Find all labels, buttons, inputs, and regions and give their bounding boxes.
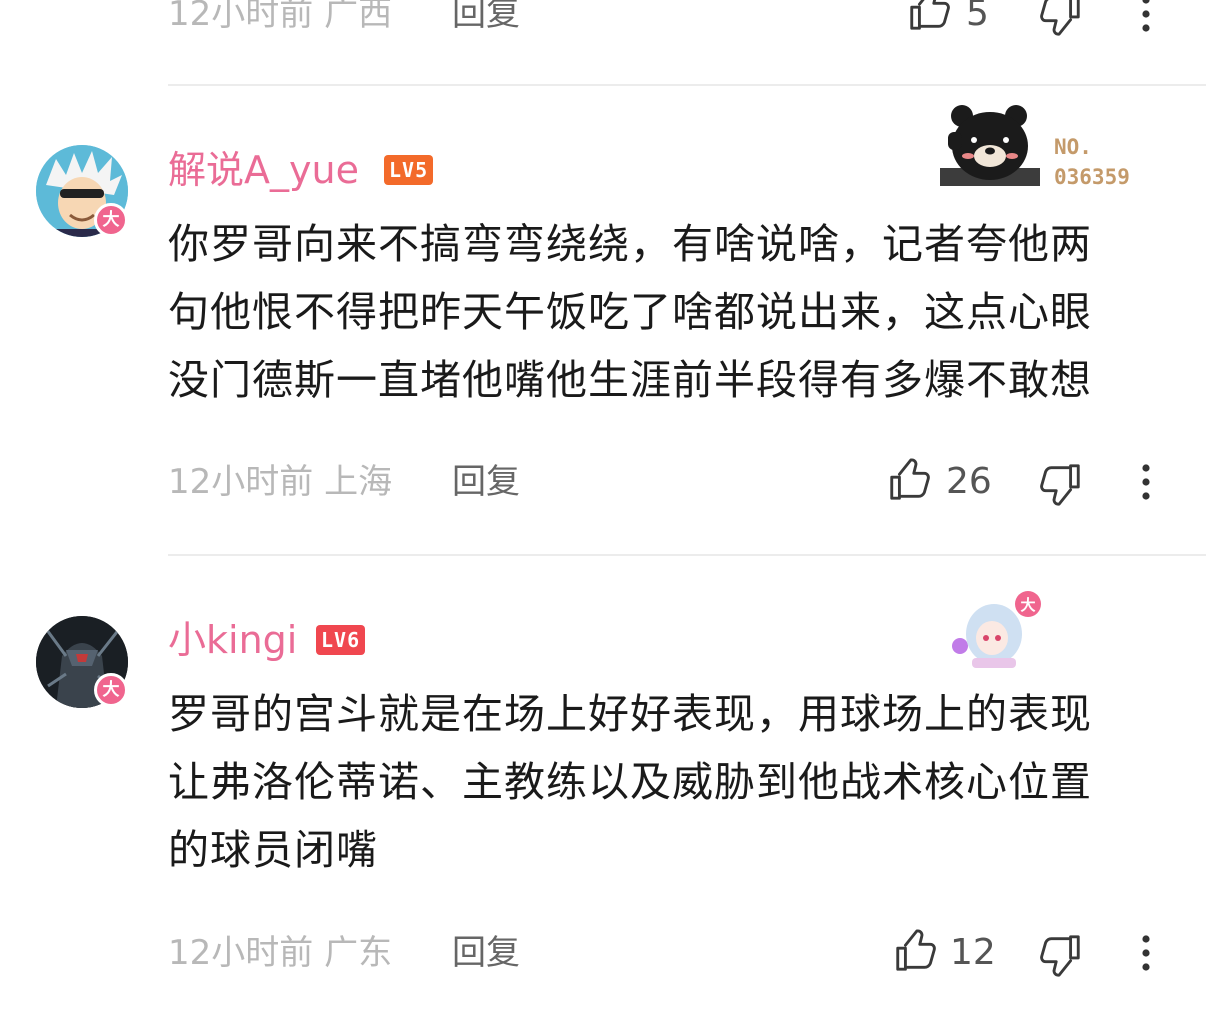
- thumbs-up-icon[interactable]: [886, 457, 932, 503]
- reply-button[interactable]: 回复: [452, 0, 520, 44]
- level-badge: LV5: [384, 155, 434, 185]
- comment-line: 的球员闭嘴: [168, 826, 378, 874]
- like-count: 5: [966, 0, 989, 34]
- fan-number-label: NO.: [1054, 135, 1092, 159]
- prev-comment-meta: 12小时前 广西 回复 5: [0, 0, 1206, 44]
- more-vertical-icon[interactable]: [1136, 462, 1156, 502]
- like-count: 12: [950, 932, 996, 973]
- comment-line: 句他恨不得把昨天午饭吃了啥都说出来，这点心眼: [168, 288, 1092, 336]
- comment-line: 没门德斯一直堵他嘴他生涯前半段得有多爆不敢想: [168, 356, 1092, 404]
- comment-time-location: 12小时前 广西: [168, 0, 393, 34]
- level-badge: LV6: [316, 625, 366, 655]
- vip-badge: 大: [94, 203, 128, 237]
- anime-girl-pendant-icon[interactable]: 大: [950, 588, 1046, 670]
- thumbs-down-icon[interactable]: [1038, 932, 1084, 978]
- reply-button[interactable]: 回复: [452, 923, 520, 983]
- comment-body: 罗哥的宫斗就是在场上好好表现，用球场上的表现 让弗洛伦蒂诺、主教练以及威胁到他战…: [168, 680, 1158, 884]
- comment-divider: [168, 554, 1206, 556]
- comment-line: 罗哥的宫斗就是在场上好好表现，用球场上的表现: [168, 690, 1092, 738]
- svg-text:大: 大: [1020, 596, 1035, 614]
- comment-line: 让弗洛伦蒂诺、主教练以及威胁到他战术核心位置: [168, 758, 1092, 806]
- comment-meta: 12小时前 上海 回复 26: [0, 452, 1206, 512]
- more-vertical-icon[interactable]: [1136, 0, 1156, 34]
- thumbs-down-icon[interactable]: [1038, 0, 1084, 37]
- username[interactable]: 小kingi: [168, 610, 297, 670]
- thumbs-up-icon[interactable]: [892, 928, 938, 974]
- like-count: 26: [946, 461, 992, 502]
- comment-time-location: 12小时前 上海: [168, 462, 393, 502]
- vip-badge: 大: [94, 673, 128, 707]
- reply-button[interactable]: 回复: [452, 452, 520, 512]
- thumbs-up-icon[interactable]: [906, 0, 952, 33]
- bear-pendant-icon[interactable]: [940, 104, 1040, 188]
- comment-body: 你罗哥向来不搞弯弯绕绕，有啥说啥，记者夸他两 句他恨不得把昨天午饭吃了啥都说出来…: [168, 210, 1158, 414]
- comment-line: 你罗哥向来不搞弯弯绕绕，有啥说啥，记者夸他两: [168, 220, 1092, 268]
- thumbs-down-icon[interactable]: [1038, 461, 1084, 507]
- comment-divider: [168, 84, 1206, 86]
- comment-time-location: 12小时前 广东: [168, 933, 393, 973]
- more-vertical-icon[interactable]: [1136, 933, 1156, 973]
- fan-number: 036359: [1054, 165, 1130, 189]
- comment-meta: 12小时前 广东 回复 12: [0, 923, 1206, 983]
- username[interactable]: 解说A_yue: [168, 140, 359, 200]
